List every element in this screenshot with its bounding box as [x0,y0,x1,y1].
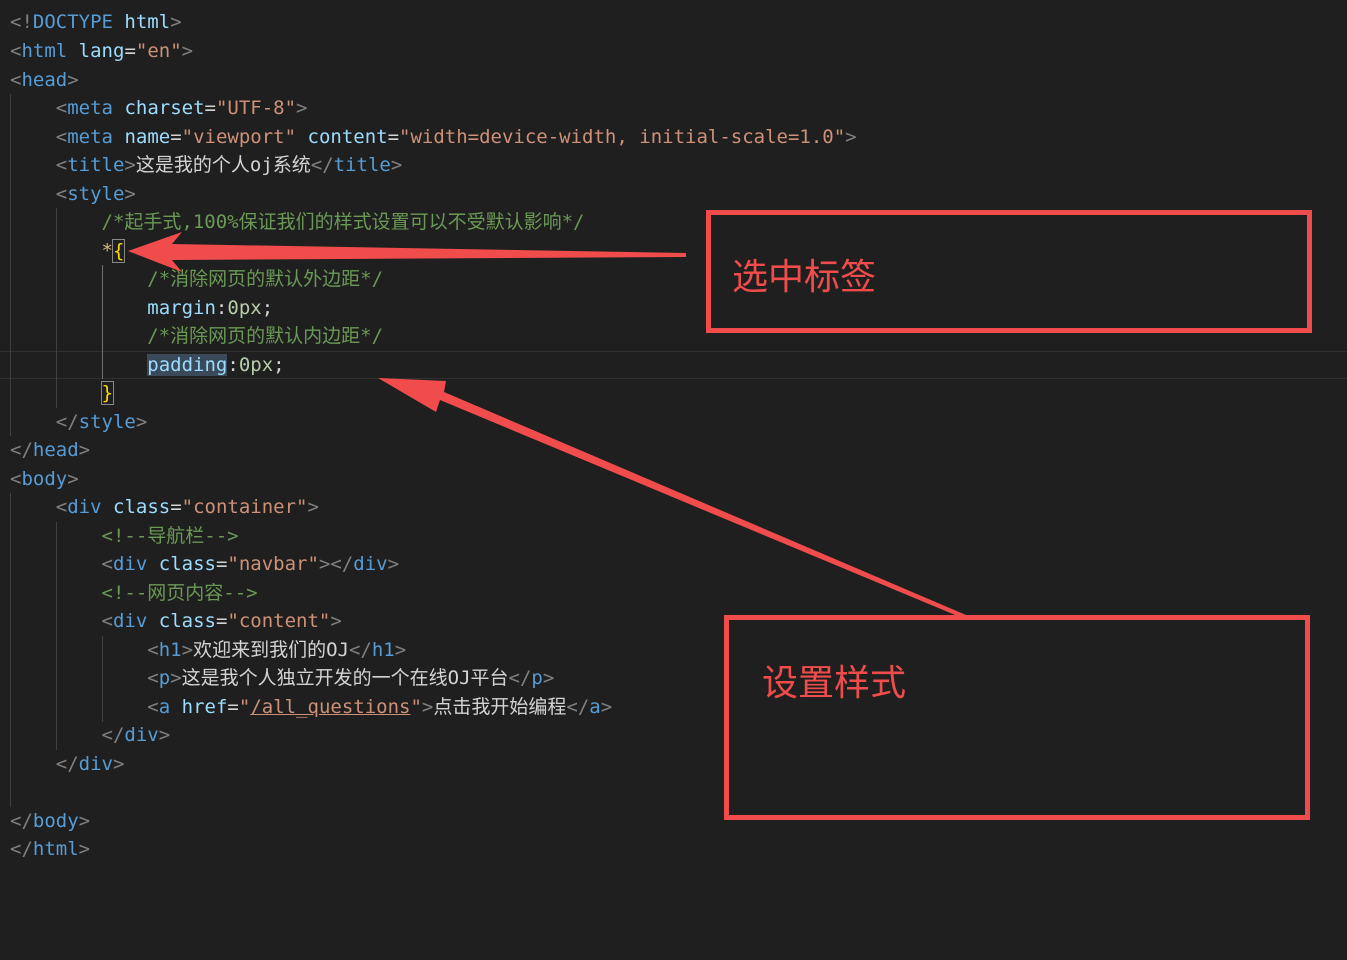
callout-set-style: 设置样式 [724,615,1310,820]
callout-set-style-label: 设置样式 [762,663,907,704]
arrow-to-padding [378,378,966,617]
callout-select-tag: 选中标签 [706,210,1312,333]
callout-select-tag-label: 选中标签 [732,257,877,298]
code-editor[interactable]: <!DOCTYPE html> <html lang="en"> <head> … [0,0,1347,960]
arrow-to-selector [128,232,686,272]
